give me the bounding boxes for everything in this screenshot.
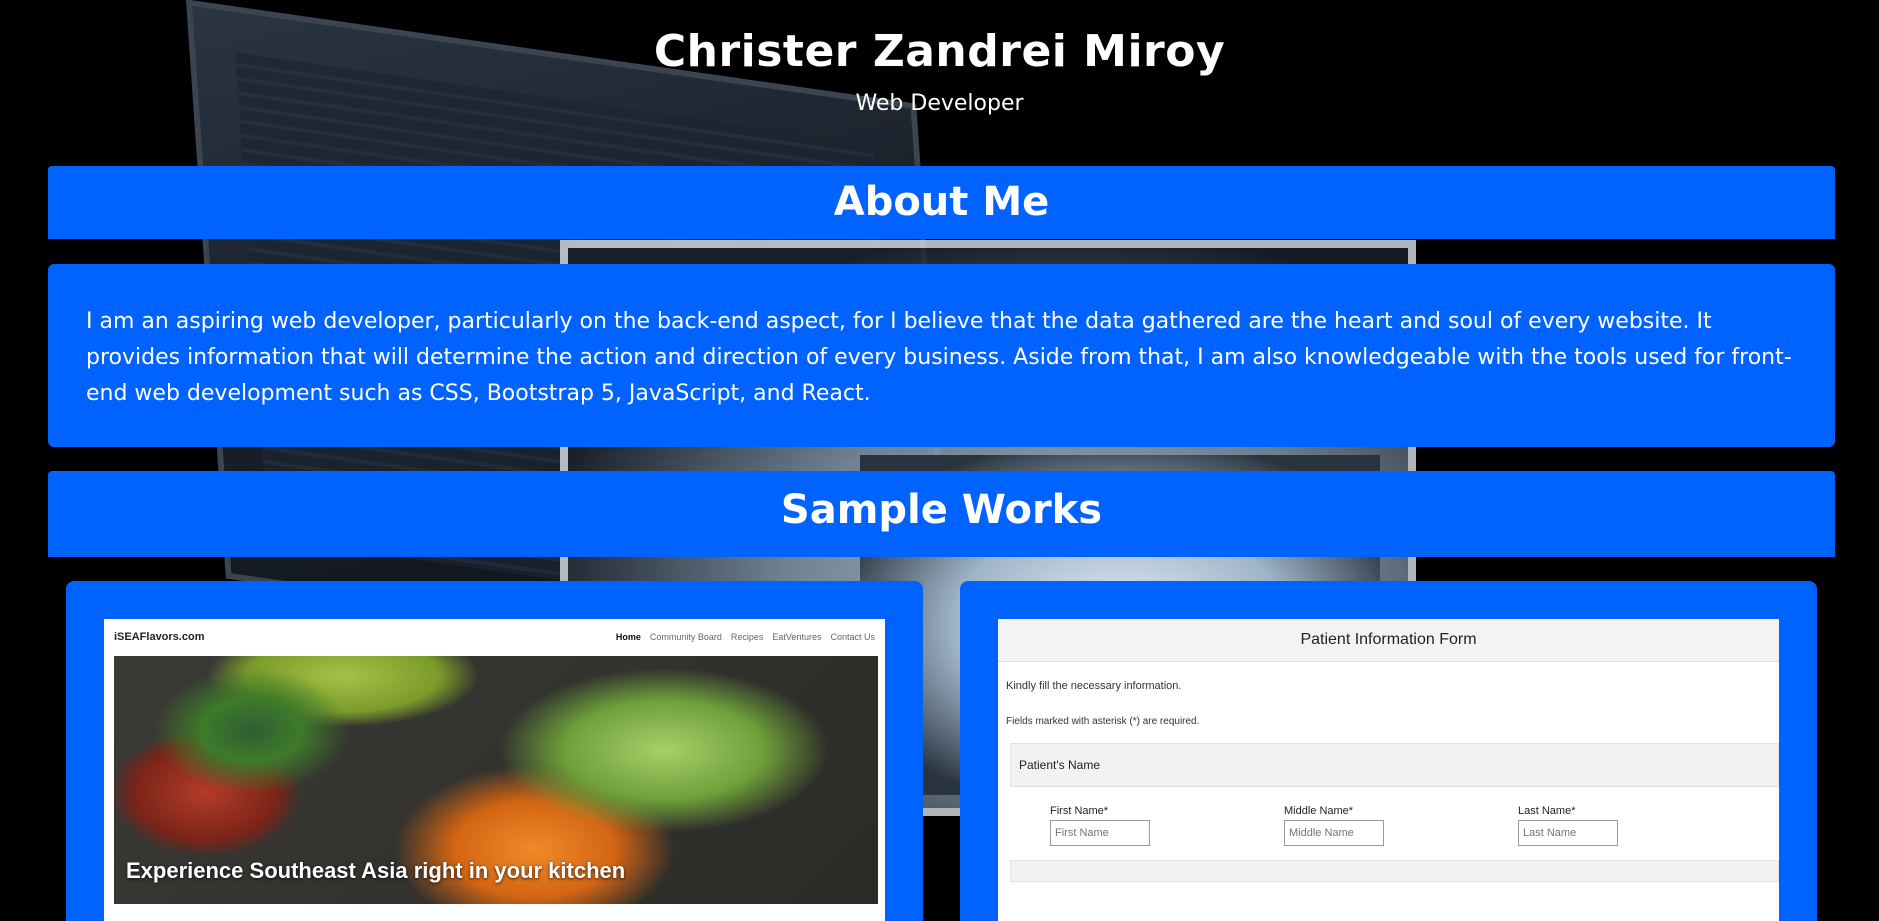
about-heading: About Me (48, 166, 1835, 239)
about-text: I am an aspiring web developer, particul… (48, 264, 1835, 447)
page-header: Christer Zandrei Miroy Web Developer (0, 0, 1879, 116)
preview-next-section (1010, 860, 1779, 882)
preview-label-middle: Middle Name* (1284, 805, 1354, 817)
preview-hero-caption: Experience Southeast Asia right in your … (126, 858, 626, 883)
preview-section-heading: Patient's Name (1010, 743, 1779, 787)
preview-nav-recipes: Recipes (730, 632, 764, 642)
preview-label-first: First Name* (1050, 805, 1109, 817)
preview-navbar: iSEAFlavors.com Home Community Board Rec… (104, 619, 885, 655)
preview-nav-community: Community Board (649, 632, 722, 642)
preview-input-last (1518, 820, 1618, 846)
preview-field-last: Last Name* (1518, 805, 1752, 846)
page-subtitle: Web Developer (855, 91, 1024, 116)
preview-nav-eatventures: EatVentures (772, 632, 822, 642)
page-title: Christer Zandrei Miroy (653, 26, 1226, 77)
preview-nav-links: Home Community Board Recipes EatVentures… (616, 632, 875, 642)
works-heading: Sample Works (48, 471, 1835, 557)
preview-field-middle: Middle Name* (1284, 805, 1518, 846)
preview-hero-image: Experience Southeast Asia right in your … (114, 656, 878, 904)
preview-field-first: First Name* (1050, 805, 1284, 846)
preview-form-required-note: Fields marked with asterisk (*) are requ… (1006, 716, 1200, 727)
preview-brand: iSEAFlavors.com (114, 631, 205, 643)
preview-form-title: Patient Information Form (998, 619, 1779, 662)
preview-nav-contact: Contact Us (830, 632, 875, 642)
preview-name-fields: First Name* Middle Name* Last Name* (998, 805, 1779, 846)
work-card-patient-form[interactable]: Patient Information Form Kindly fill the… (960, 581, 1817, 921)
preview-input-middle (1284, 820, 1384, 846)
work-card-iseaflavors[interactable]: iSEAFlavors.com Home Community Board Rec… (66, 581, 923, 921)
work-preview-iseaflavors[interactable]: iSEAFlavors.com Home Community Board Rec… (104, 619, 885, 921)
preview-input-first (1050, 820, 1150, 846)
preview-nav-home: Home (615, 632, 641, 642)
work-preview-patient-form[interactable]: Patient Information Form Kindly fill the… (998, 619, 1779, 921)
preview-label-last: Last Name* (1518, 805, 1576, 817)
preview-form-note: Kindly fill the necessary information. (1006, 680, 1182, 692)
